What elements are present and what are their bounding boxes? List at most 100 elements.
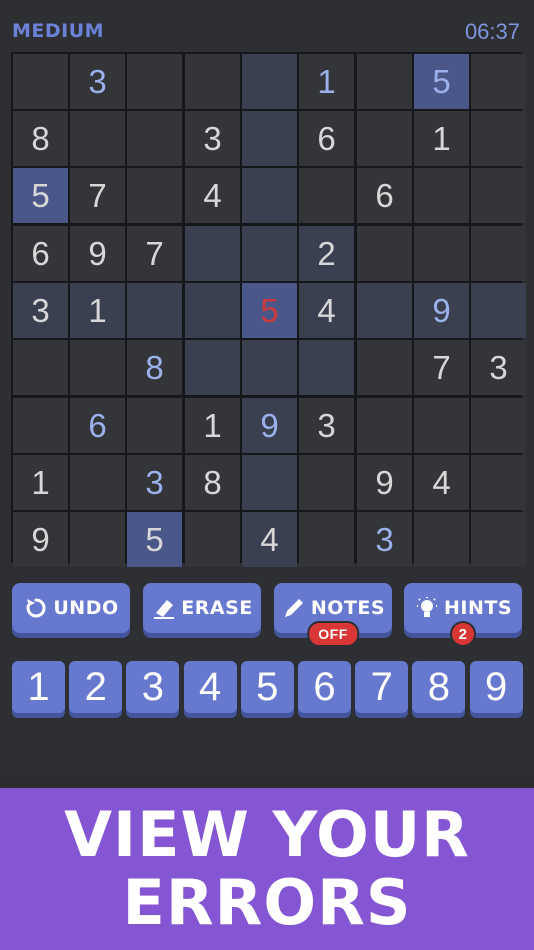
eraser-icon xyxy=(151,595,177,621)
board-cell[interactable] xyxy=(185,283,240,338)
board-cell[interactable]: 1 xyxy=(414,111,469,166)
numpad-key[interactable]: 4 xyxy=(183,661,237,713)
board-cell[interactable] xyxy=(299,455,354,510)
board-cell[interactable] xyxy=(471,283,526,338)
numpad-key[interactable]: 1 xyxy=(12,661,65,713)
board-cell[interactable] xyxy=(299,168,354,223)
board-cell[interactable] xyxy=(185,512,240,567)
board-cell[interactable] xyxy=(242,168,297,223)
board-cell[interactable]: 7 xyxy=(70,168,125,223)
board-cell[interactable] xyxy=(13,340,68,395)
bottom-divider xyxy=(0,776,534,788)
board-cell[interactable]: 4 xyxy=(185,168,240,223)
board-cell[interactable]: 7 xyxy=(414,340,469,395)
numpad-key[interactable]: 3 xyxy=(126,661,180,713)
board-cell[interactable]: 3 xyxy=(127,455,182,510)
board-cell[interactable]: 9 xyxy=(242,398,297,453)
board-cell[interactable]: 1 xyxy=(70,283,125,338)
board-cell[interactable] xyxy=(127,168,182,223)
board-cell[interactable]: 3 xyxy=(70,54,125,109)
hints-button[interactable]: HINTS 2 xyxy=(404,583,522,647)
board-cell[interactable] xyxy=(242,54,297,109)
board-cell[interactable]: 2 xyxy=(299,226,354,281)
board-cell[interactable]: 3 xyxy=(13,283,68,338)
board-cell[interactable]: 1 xyxy=(13,455,68,510)
board-cell[interactable] xyxy=(127,398,182,453)
board-cell[interactable]: 7 xyxy=(127,226,182,281)
board-cell[interactable]: 3 xyxy=(357,512,412,567)
board-cell[interactable] xyxy=(127,283,182,338)
board-cell[interactable] xyxy=(185,54,240,109)
board-cell[interactable] xyxy=(185,226,240,281)
board-cell[interactable] xyxy=(471,111,526,166)
board-cell[interactable] xyxy=(242,455,297,510)
board-cell[interactable] xyxy=(299,340,354,395)
timer: 06:37 xyxy=(464,19,520,44)
board-cell[interactable]: 3 xyxy=(185,111,240,166)
board-cell[interactable] xyxy=(471,226,526,281)
board-cell[interactable] xyxy=(414,398,469,453)
board-cell[interactable] xyxy=(242,340,297,395)
board-cell[interactable]: 9 xyxy=(414,283,469,338)
board-cell[interactable]: 5 xyxy=(127,512,182,567)
numpad-key[interactable]: 2 xyxy=(69,661,123,713)
board-cell[interactable]: 4 xyxy=(242,512,297,567)
board-cell[interactable]: 8 xyxy=(185,455,240,510)
board-cell[interactable] xyxy=(357,283,412,338)
board-cell[interactable]: 8 xyxy=(13,111,68,166)
numpad-key[interactable]: 9 xyxy=(469,661,523,713)
board-cell[interactable]: 1 xyxy=(185,398,240,453)
board-cell[interactable] xyxy=(471,512,526,567)
board-cell[interactable]: 6 xyxy=(13,226,68,281)
board-cell[interactable] xyxy=(185,340,240,395)
board-cell[interactable] xyxy=(414,226,469,281)
board-cell[interactable] xyxy=(414,512,469,567)
board-cell[interactable] xyxy=(127,111,182,166)
board-cell[interactable]: 6 xyxy=(357,168,412,223)
board-cell[interactable]: 6 xyxy=(299,111,354,166)
numpad-key[interactable]: 5 xyxy=(240,661,294,713)
board-cell[interactable] xyxy=(357,226,412,281)
undo-icon xyxy=(23,595,49,621)
board-cell[interactable] xyxy=(414,168,469,223)
board-cell[interactable] xyxy=(70,455,125,510)
board-cell[interactable] xyxy=(70,340,125,395)
board-cell[interactable] xyxy=(70,111,125,166)
board-cell[interactable] xyxy=(357,54,412,109)
board-cell[interactable] xyxy=(242,226,297,281)
board-cell[interactable] xyxy=(357,340,412,395)
board-cell[interactable]: 5 xyxy=(414,54,469,109)
board-cell[interactable] xyxy=(471,168,526,223)
board-cell[interactable]: 8 xyxy=(127,340,182,395)
board-cell[interactable]: 9 xyxy=(13,512,68,567)
notes-button[interactable]: NOTES OFF xyxy=(274,583,392,647)
numpad-key[interactable]: 8 xyxy=(412,661,466,713)
board-cell[interactable] xyxy=(127,54,182,109)
board-cell[interactable] xyxy=(471,54,526,109)
board-cell[interactable]: 3 xyxy=(471,340,526,395)
board-cell[interactable]: 4 xyxy=(414,455,469,510)
toolbar: UNDO ERASE NOTES OFF HINTS 2 xyxy=(0,583,534,647)
board-cell[interactable] xyxy=(70,512,125,567)
board-cell[interactable]: 3 xyxy=(299,398,354,453)
board-cell[interactable] xyxy=(13,54,68,109)
board-cell[interactable]: 9 xyxy=(70,226,125,281)
board-cell[interactable] xyxy=(299,512,354,567)
board-cell[interactable]: 5 xyxy=(242,283,297,338)
board-cell[interactable]: 5 xyxy=(13,168,68,223)
board-cell[interactable] xyxy=(471,455,526,510)
board-cell[interactable]: 4 xyxy=(299,283,354,338)
banner-line-1: VIEW YOUR xyxy=(64,798,470,871)
board-cell[interactable]: 9 xyxy=(357,455,412,510)
board-cell[interactable]: 1 xyxy=(299,54,354,109)
board-cell[interactable] xyxy=(13,398,68,453)
board-cell[interactable] xyxy=(242,111,297,166)
board-cell[interactable] xyxy=(471,398,526,453)
undo-button[interactable]: UNDO xyxy=(12,583,130,633)
board-cell[interactable] xyxy=(357,398,412,453)
board-cell[interactable] xyxy=(357,111,412,166)
board-cell[interactable]: 6 xyxy=(70,398,125,453)
erase-button[interactable]: ERASE xyxy=(143,583,261,633)
numpad-key[interactable]: 6 xyxy=(298,661,351,713)
numpad-key[interactable]: 7 xyxy=(355,661,409,713)
